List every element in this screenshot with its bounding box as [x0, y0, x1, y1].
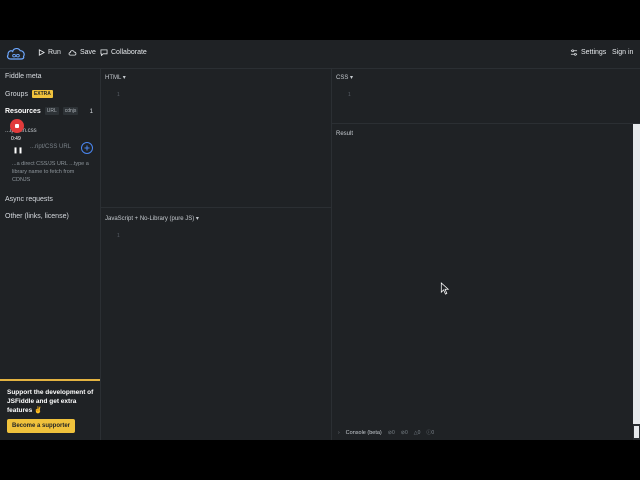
console-warning-count: ⊘0: [400, 429, 408, 436]
become-supporter-button[interactable]: Become a supporter: [7, 419, 75, 433]
sidebar-item-other[interactable]: Other (links, license): [5, 213, 69, 220]
console-log-count: ⓘ0: [426, 430, 435, 436]
vertical-divider[interactable]: [331, 69, 332, 440]
console-error-count: ⊘0: [387, 429, 395, 436]
support-panel: Support the development of JSFiddle and …: [0, 379, 100, 440]
sliders-icon: [570, 49, 578, 56]
run-button[interactable]: Run: [38, 49, 61, 56]
settings-button[interactable]: Settings: [570, 49, 606, 56]
resources-label: Resources: [5, 107, 41, 115]
resources-tab-url[interactable]: URL: [44, 107, 59, 115]
css-pane-label[interactable]: CSS ▾: [336, 74, 353, 81]
scroll-end: [634, 426, 639, 438]
support-text: Support the development of JSFiddle and …: [7, 389, 94, 414]
cloud-save-icon: [68, 50, 77, 56]
signin-link[interactable]: Sign in: [612, 49, 633, 56]
sidebar-item-async-requests[interactable]: Async requests: [5, 196, 53, 203]
collaborate-label: Collaborate: [111, 49, 147, 56]
chat-icon: [100, 49, 108, 56]
sidebar-item-groups[interactable]: Groups EXTRA: [5, 90, 53, 98]
save-button[interactable]: Save: [68, 49, 96, 56]
jsfiddle-logo-icon[interactable]: [6, 46, 26, 62]
result-scrollbar[interactable]: [633, 124, 640, 440]
result-pane-label: Result: [336, 131, 354, 137]
sidebar-item-fiddle-meta[interactable]: Fiddle meta: [5, 73, 42, 80]
run-label: Run: [48, 49, 61, 56]
js-line-number: 1: [117, 233, 120, 239]
sidebar: Fiddle meta Groups EXTRA Resources URL c…: [0, 69, 101, 440]
groups-label: Groups: [5, 90, 28, 98]
html-pane-label[interactable]: HTML ▾: [105, 74, 126, 81]
signin-label: Sign in: [612, 49, 634, 56]
add-resource-icon[interactable]: [81, 142, 93, 154]
collaborate-button[interactable]: Collaborate: [100, 49, 147, 56]
sidebar-item-resources[interactable]: Resources URL cdnjs: [5, 107, 79, 115]
console-arrow-icon: ›: [338, 429, 340, 436]
screen-recorder-widget: 0:49 ❚❚: [8, 119, 28, 161]
left-horizontal-divider[interactable]: [101, 207, 331, 208]
stop-recording-icon[interactable]: [10, 119, 24, 133]
css-line-number: 1: [348, 92, 351, 98]
save-label: Save: [80, 49, 96, 56]
html-line-number: 1: [117, 92, 120, 98]
mouse-cursor-icon: [440, 282, 450, 295]
extra-badge: EXTRA: [31, 90, 53, 98]
recording-time: 0:49: [11, 136, 21, 142]
async-requests-label: Async requests: [5, 196, 53, 203]
right-horizontal-divider[interactable]: [332, 123, 640, 124]
console-bar[interactable]: › Console (beta) ⊘0 ⊘0 △0 ⓘ0: [332, 425, 632, 440]
resource-url-input[interactable]: ...ript/CSS URL: [30, 144, 71, 150]
play-icon: [38, 49, 45, 56]
settings-label: Settings: [581, 49, 607, 56]
fiddle-meta-label: Fiddle meta: [5, 73, 42, 80]
js-pane-label[interactable]: JavaScript + No-Library (pure JS) ▾: [105, 215, 199, 222]
resources-tab-cdnjs[interactable]: cdnjs: [62, 107, 79, 115]
pause-icon[interactable]: ❚❚: [13, 147, 23, 154]
other-label: Other (links, license): [5, 213, 69, 220]
jsfiddle-app: Run Save Collaborate Settings Sign in Fi…: [0, 40, 640, 440]
resources-count: 1: [89, 109, 93, 115]
console-info-count: △0: [413, 429, 421, 436]
editor-area: HTML ▾ 1 CSS ▾ 1 JavaScript + No-Library…: [101, 69, 640, 440]
top-bar: Run Save Collaborate Settings Sign in: [0, 40, 640, 69]
resource-help-text: ...a direct CSS/JS URL ...type a library…: [12, 161, 89, 183]
console-label: Console (beta): [345, 429, 382, 436]
scroll-thumb[interactable]: [633, 124, 640, 424]
